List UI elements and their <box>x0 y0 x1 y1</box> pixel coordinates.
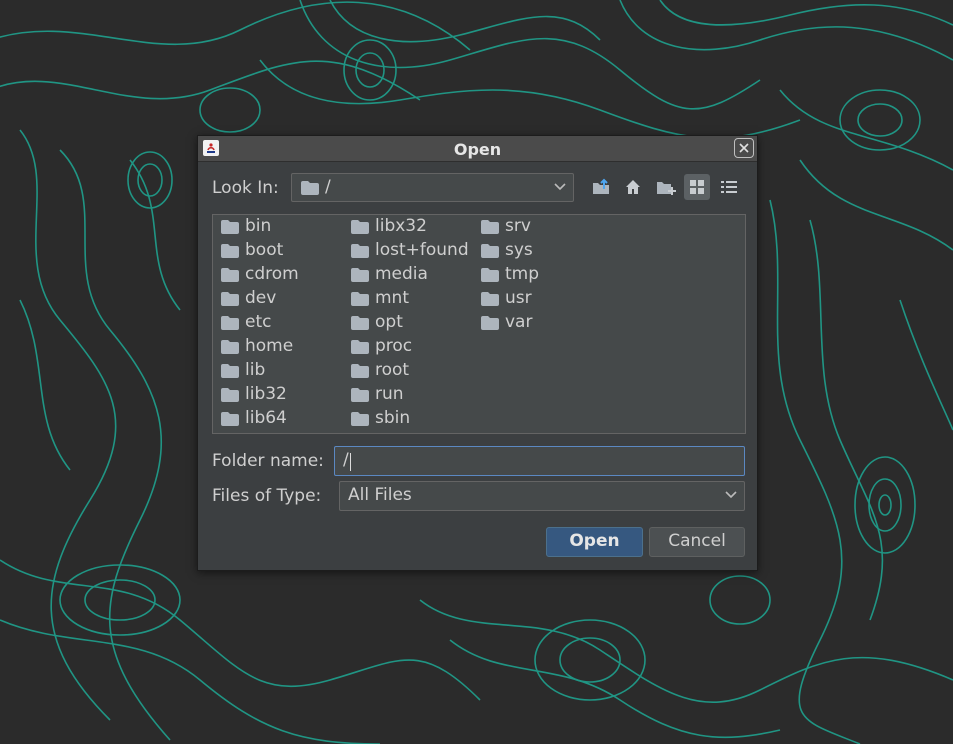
folder-icon <box>221 340 239 354</box>
folder-icon <box>481 292 499 306</box>
file-name: lib32 <box>245 384 287 404</box>
file-name: mnt <box>375 288 409 308</box>
folder-icon <box>351 316 369 330</box>
file-name: lib64 <box>245 408 287 428</box>
folder-icon <box>221 292 239 306</box>
folder-icon <box>221 220 239 234</box>
close-button[interactable] <box>734 138 754 158</box>
folder-icon <box>351 220 369 234</box>
close-icon <box>739 143 749 153</box>
look-in-combo[interactable]: / <box>291 173 574 202</box>
folder-icon <box>351 364 369 378</box>
dialog-titlebar[interactable]: Open <box>198 136 757 162</box>
folder-icon <box>351 340 369 354</box>
list-view-icon <box>690 180 704 194</box>
folder-icon <box>481 316 499 330</box>
file-name: libx32 <box>375 216 427 236</box>
file-name: usr <box>505 288 532 308</box>
folder-icon <box>351 268 369 282</box>
open-file-dialog: Open Look In: / bin boot cdrom dev etc h… <box>197 135 758 571</box>
file-name: dev <box>245 288 277 308</box>
folder-name-label: Folder name: <box>212 451 324 471</box>
file-list[interactable]: bin boot cdrom dev etc home lib lib32 lib64 libx3… <box>212 214 746 434</box>
chevron-down-icon <box>554 183 566 191</box>
folder-name-input[interactable]: / <box>334 446 745 476</box>
details-view-button[interactable] <box>716 174 742 200</box>
list-view-button[interactable] <box>684 174 710 200</box>
folder-icon <box>351 244 369 258</box>
file-name: proc <box>375 336 413 356</box>
file-name: home <box>245 336 294 356</box>
folder-icon <box>221 268 239 282</box>
folder-icon <box>481 220 499 234</box>
file-name: srv <box>505 216 531 236</box>
files-of-type-value: All Files <box>348 485 412 505</box>
home-button[interactable] <box>620 174 646 200</box>
dialog-title: Open <box>453 140 502 159</box>
cancel-button[interactable]: Cancel <box>649 527 745 557</box>
file-name: var <box>505 312 533 332</box>
folder-icon <box>221 412 239 426</box>
folder-icon <box>301 181 319 195</box>
file-name: opt <box>375 312 403 332</box>
up-one-level-button[interactable] <box>588 174 614 200</box>
details-view-icon <box>721 181 737 193</box>
text-caret <box>350 453 351 471</box>
folder-icon <box>351 388 369 402</box>
look-in-value: / <box>325 177 331 197</box>
folder-icon <box>221 388 239 402</box>
files-of-type-combo[interactable]: All Files <box>339 481 745 511</box>
folder-icon <box>221 244 239 258</box>
folder-icon <box>221 316 239 330</box>
file-name: sys <box>505 240 533 260</box>
chevron-down-icon <box>725 491 737 499</box>
folder-name-value: / <box>343 450 349 470</box>
file-name: lost+found <box>375 240 469 260</box>
look-in-label: Look In: <box>212 178 279 198</box>
file-name: tmp <box>505 264 540 284</box>
new-folder-icon <box>657 182 676 195</box>
file-name: boot <box>245 240 284 260</box>
file-name: etc <box>245 312 272 332</box>
up-folder-icon <box>593 178 609 194</box>
folder-icon <box>351 292 369 306</box>
open-button[interactable]: Open <box>546 527 643 557</box>
file-name: sbin <box>375 408 411 428</box>
home-icon <box>626 180 640 194</box>
folder-icon <box>481 268 499 282</box>
folder-icon <box>481 244 499 258</box>
file-name: media <box>375 264 428 284</box>
file-name: cdrom <box>245 264 299 284</box>
folder-icon <box>221 364 239 378</box>
file-name: root <box>375 360 410 380</box>
file-name: run <box>375 384 404 404</box>
files-of-type-label: Files of Type: <box>212 486 322 506</box>
file-name: bin <box>245 216 272 236</box>
folder-icon <box>351 412 369 426</box>
file-name: lib <box>245 360 266 380</box>
new-folder-button[interactable] <box>652 174 678 200</box>
